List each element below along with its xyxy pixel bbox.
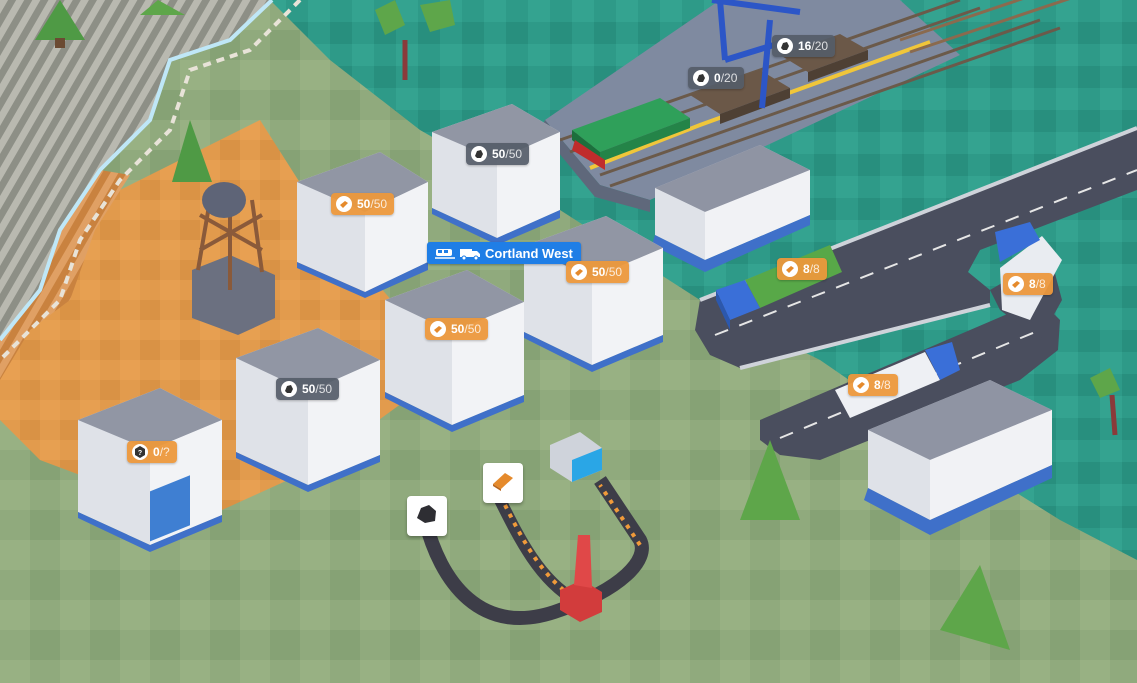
- stock-amount: 50: [357, 197, 371, 211]
- wood-icon: [1008, 276, 1024, 292]
- wagon-1-load[interactable]: 16/20: [772, 35, 836, 57]
- wood-icon: [782, 261, 798, 277]
- warehouse-5[interactable]: [236, 328, 380, 492]
- wood-icon: [571, 264, 587, 280]
- coal-icon: [471, 146, 487, 162]
- stock-amount: 50: [592, 265, 606, 279]
- wagon-2-load[interactable]: 0/20: [688, 67, 745, 89]
- coal-icon: [281, 381, 297, 397]
- warehouse-5-stock[interactable]: 50/50: [276, 378, 340, 400]
- load-amount: 8: [803, 262, 810, 276]
- stock-amount: 50: [492, 147, 506, 161]
- warehouse-4[interactable]: [385, 270, 524, 432]
- game-viewport[interactable]: Cortland West 50/50 50/50 50/50 50/50 50…: [0, 0, 1137, 683]
- train-icon: [435, 247, 455, 259]
- load-amount: 16: [798, 39, 812, 53]
- load-amount: 8: [1029, 277, 1036, 291]
- station-label[interactable]: Cortland West: [427, 242, 581, 264]
- unknown-resource-icon: ?: [132, 444, 148, 460]
- stock-capacity: /50: [605, 265, 623, 279]
- load-amount: 8: [874, 378, 881, 392]
- world-map[interactable]: [0, 0, 1137, 683]
- stock-capacity: /?: [159, 445, 170, 459]
- svg-text:?: ?: [138, 450, 142, 457]
- station-name: Cortland West: [485, 245, 573, 261]
- factory-input-wood[interactable]: [483, 463, 523, 503]
- stock-amount: 50: [451, 322, 465, 336]
- wood-icon: [491, 470, 515, 497]
- load-capacity: /20: [720, 71, 738, 85]
- stock-amount: 0: [153, 445, 160, 459]
- stock-capacity: /50: [505, 147, 523, 161]
- coal-icon: [415, 503, 439, 530]
- stock-capacity: /50: [315, 382, 333, 396]
- warehouse-3-stock[interactable]: 50/50: [566, 261, 630, 283]
- load-capacity: /8: [1035, 277, 1046, 291]
- warehouse-4-stock[interactable]: 50/50: [425, 318, 489, 340]
- warehouse-2-stock[interactable]: 50/50: [331, 193, 395, 215]
- factory-input-coal[interactable]: [407, 496, 447, 536]
- load-capacity: /8: [809, 262, 820, 276]
- truck-1-load[interactable]: 8/8: [777, 258, 827, 280]
- warehouse-6-stock[interactable]: ? 0/?: [127, 441, 177, 463]
- truck-icon: [460, 247, 480, 260]
- wood-icon: [853, 377, 869, 393]
- wood-icon: [430, 321, 446, 337]
- coal-icon: [777, 38, 793, 54]
- load-amount: 0: [714, 71, 721, 85]
- load-capacity: /20: [811, 39, 829, 53]
- wood-icon: [336, 196, 352, 212]
- stock-capacity: /50: [464, 322, 482, 336]
- truck-2-load[interactable]: 8/8: [1003, 273, 1053, 295]
- coal-icon: [693, 70, 709, 86]
- load-capacity: /8: [880, 378, 891, 392]
- truck-3-load[interactable]: 8/8: [848, 374, 898, 396]
- warehouse-1-stock[interactable]: 50/50: [466, 143, 530, 165]
- warehouse-6[interactable]: [78, 388, 222, 552]
- stock-capacity: /50: [370, 197, 388, 211]
- stock-amount: 50: [302, 382, 316, 396]
